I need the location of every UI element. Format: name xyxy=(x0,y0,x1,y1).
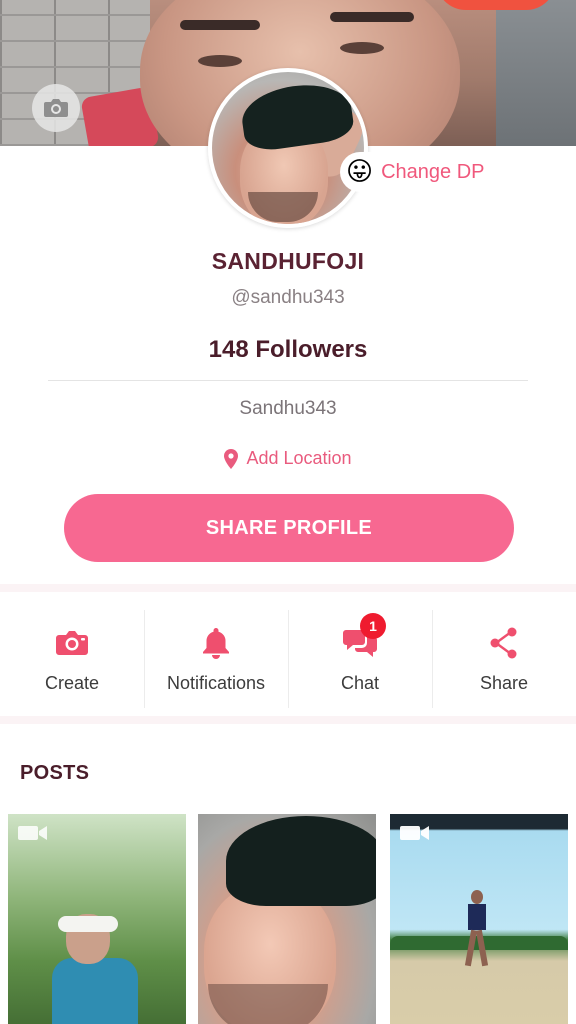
post-person-headband xyxy=(58,916,118,932)
create-label: Create xyxy=(44,672,100,693)
create-button[interactable]: Create xyxy=(0,608,144,708)
camera-icon xyxy=(44,99,68,117)
section-separator xyxy=(0,584,576,592)
post-thumbnail[interactable] xyxy=(8,814,186,1024)
chat-unread-badge: 1 xyxy=(360,612,386,639)
post-turban xyxy=(226,816,376,906)
post-thumbnail[interactable] xyxy=(198,814,376,1024)
bio-text: Sandhu343 xyxy=(239,398,337,419)
post-person-body xyxy=(52,958,138,1024)
add-location-label: Add Location xyxy=(246,448,352,468)
share-button[interactable]: Share xyxy=(432,608,576,708)
change-dp-label: Change DP xyxy=(381,160,485,183)
followers-count[interactable]: 148 Followers xyxy=(0,336,576,364)
cover-right-eye xyxy=(340,42,384,54)
chat-label: Chat xyxy=(340,672,380,693)
camera-icon xyxy=(52,623,92,663)
notifications-label: Notifications xyxy=(166,672,266,693)
video-icon xyxy=(18,826,47,840)
chat-button[interactable]: 1 Chat xyxy=(288,608,432,708)
display-name: SANDHUFOJI xyxy=(211,248,365,274)
share-icon xyxy=(484,623,524,663)
post-thumbnail[interactable] xyxy=(390,814,568,1024)
share-label: Share xyxy=(479,672,529,693)
username-handle: @sandhu343 xyxy=(231,287,345,308)
cover-left-eye xyxy=(198,55,242,67)
post-runner xyxy=(462,890,492,970)
section-separator xyxy=(0,716,576,724)
profile-avatar[interactable] xyxy=(208,68,368,228)
video-icon xyxy=(400,826,429,840)
runner-leg xyxy=(475,929,489,967)
runner-body xyxy=(468,904,486,930)
cover-left-brow xyxy=(180,20,260,30)
change-dp-button[interactable]: 😛 Change DP xyxy=(340,152,499,192)
runner-head xyxy=(471,890,483,904)
share-profile-button[interactable]: SHARE PROFILE xyxy=(64,494,514,562)
location-pin-icon xyxy=(224,448,239,469)
cover-background-right xyxy=(496,0,576,146)
add-location-link[interactable]: Add Location xyxy=(0,448,576,469)
bell-icon xyxy=(196,623,236,663)
change-cover-button[interactable] xyxy=(32,84,80,132)
runner-leg xyxy=(464,929,478,967)
divider xyxy=(48,380,528,381)
chat-icon: 1 xyxy=(340,612,386,663)
post-beard xyxy=(208,984,328,1024)
cover-right-brow xyxy=(330,12,414,22)
action-bar: Create Notifications 1 Chat Share xyxy=(0,608,576,708)
post-person xyxy=(48,914,138,1024)
posts-heading: POSTS xyxy=(20,762,90,784)
notifications-button[interactable]: Notifications xyxy=(144,608,288,708)
tongue-emoji-icon: 😛 xyxy=(346,157,374,187)
